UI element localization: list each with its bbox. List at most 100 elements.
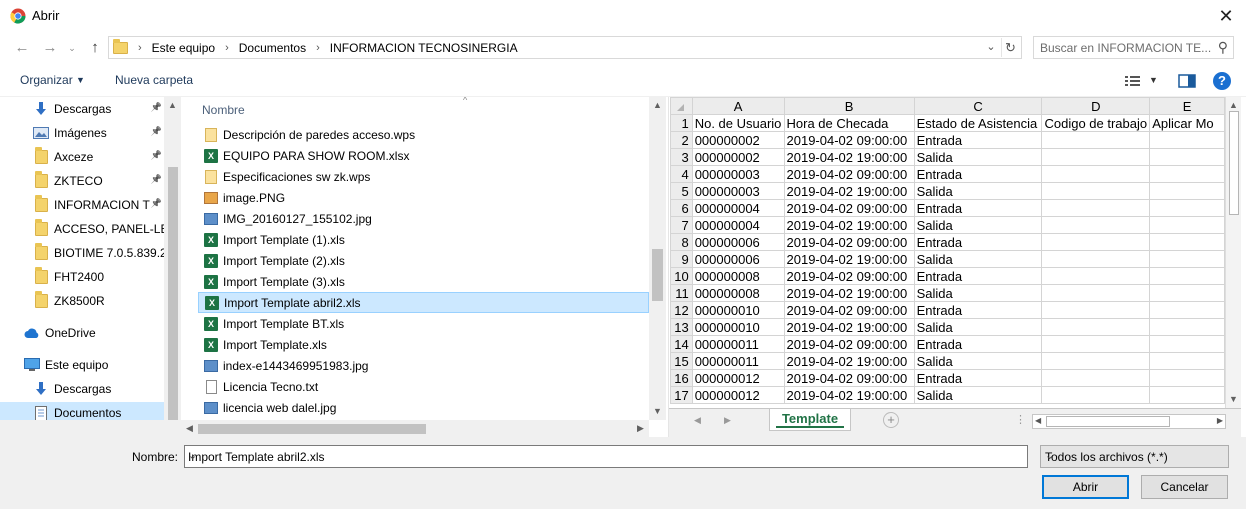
preview-pane-icon[interactable] bbox=[1178, 70, 1196, 92]
scrollbar-thumb[interactable] bbox=[168, 167, 178, 427]
sidebar-item[interactable]: OneDrive bbox=[0, 322, 164, 344]
scroll-up-icon[interactable]: ▲ bbox=[649, 97, 666, 114]
recent-locations-chevron-icon[interactable]: ⌄ bbox=[61, 38, 83, 58]
file-row[interactable]: image.PNG bbox=[198, 187, 649, 208]
refresh-icon[interactable]: ↻ bbox=[1001, 38, 1019, 57]
breadcrumb-documentos[interactable]: Documentos bbox=[239, 41, 306, 55]
documents-icon bbox=[33, 405, 49, 421]
close-icon[interactable]: ✕ bbox=[1214, 4, 1238, 28]
chevron-down-icon[interactable]: ⌄ bbox=[188, 449, 1024, 462]
nav-scrollbar[interactable]: ▲ ▼ bbox=[164, 97, 181, 437]
chevron-down-icon[interactable]: ⌄ bbox=[1045, 449, 1223, 462]
file-row[interactable]: X Import Template (2).xls bbox=[198, 250, 649, 271]
file-list-scrollbar[interactable]: ▲ ▼ bbox=[649, 97, 666, 420]
breadcrumb-separator-icon: › bbox=[225, 42, 229, 54]
view-options-icon[interactable] bbox=[1124, 70, 1142, 92]
tab-next-icon[interactable]: ▶ bbox=[724, 415, 731, 426]
cancel-button[interactable]: Cancelar bbox=[1141, 475, 1228, 499]
file-type-select[interactable]: Todos los archivos (*.*) ⌄ bbox=[1040, 445, 1229, 468]
scroll-up-icon[interactable]: ▲ bbox=[164, 97, 181, 114]
search-box[interactable]: Buscar en INFORMACION TE... ⚲ bbox=[1033, 36, 1234, 59]
sheet-cell: Salida bbox=[913, 386, 1043, 404]
help-icon[interactable]: ? bbox=[1213, 72, 1231, 90]
sidebar-item[interactable]: BIOTIME 7.0.5.839.2 A bbox=[0, 242, 164, 264]
column-header-name[interactable]: Nombre bbox=[202, 103, 245, 117]
tab-prev-icon[interactable]: ◀ bbox=[694, 415, 701, 426]
chevron-down-icon[interactable]: ▼ bbox=[76, 75, 85, 85]
scroll-down-icon[interactable]: ▼ bbox=[1226, 391, 1241, 408]
scroll-right-icon[interactable]: ▶ bbox=[632, 420, 649, 437]
scrollbar-thumb[interactable] bbox=[1229, 111, 1239, 215]
sheet-tab-template[interactable]: Template bbox=[769, 409, 851, 431]
sheet-cell: Salida bbox=[913, 148, 1043, 166]
address-bar[interactable]: › Este equipo › Documentos › INFORMACION… bbox=[108, 36, 1022, 59]
breadcrumb-current-folder[interactable]: INFORMACION TECNOSINERGIA bbox=[330, 41, 518, 55]
cloud-icon bbox=[24, 325, 40, 341]
sheet-cell: 000000004 bbox=[691, 216, 785, 234]
sheet-row: 3 000000002 2019-04-02 19:00:00 Salida bbox=[670, 148, 1225, 166]
file-row[interactable]: X Import Template.xls bbox=[198, 334, 649, 355]
chrome-icon bbox=[10, 8, 26, 24]
sidebar-item[interactable]: ZKTECO 📌 bbox=[0, 170, 164, 192]
row-number: 7 bbox=[670, 216, 693, 234]
sidebar-item[interactable]: Axceze 📌 bbox=[0, 146, 164, 168]
scroll-down-icon[interactable]: ▼ bbox=[649, 403, 666, 420]
file-row[interactable]: X Import Template (3).xls bbox=[198, 271, 649, 292]
organize-menu-label[interactable]: Organizar bbox=[20, 73, 73, 87]
back-arrow-icon[interactable]: ← bbox=[11, 38, 33, 58]
scroll-right-icon[interactable]: ▶ bbox=[1217, 416, 1223, 425]
file-row[interactable]: X Import Template abril2.xls bbox=[198, 292, 649, 313]
sheet-cell bbox=[1041, 352, 1151, 370]
tab-splitter-icon[interactable]: ⋮ bbox=[1015, 413, 1026, 426]
open-button[interactable]: Abrir bbox=[1042, 475, 1129, 499]
file-row[interactable]: X Import Template BT.xls bbox=[198, 313, 649, 334]
scrollbar-thumb[interactable] bbox=[198, 424, 426, 434]
sidebar-item[interactable]: Descargas bbox=[0, 378, 164, 400]
sheet-cell bbox=[1041, 284, 1151, 302]
sidebar-item[interactable]: ZK8500R bbox=[0, 290, 164, 312]
sidebar-item-label: BIOTIME 7.0.5.839.2 A bbox=[54, 246, 164, 260]
sheet-cell bbox=[1149, 131, 1225, 149]
file-row[interactable]: X EQUIPO PARA SHOW ROOM.xlsx bbox=[198, 145, 649, 166]
scrollbar-thumb[interactable] bbox=[1046, 416, 1170, 427]
scroll-left-icon[interactable]: ◀ bbox=[1035, 416, 1041, 425]
sidebar-item[interactable]: INFORMACION T 📌 bbox=[0, 194, 164, 216]
file-row[interactable]: X Import Template (1).xls bbox=[198, 229, 649, 250]
new-folder-button[interactable]: Nueva carpeta bbox=[115, 73, 193, 87]
sheet-cell: 000000002 bbox=[691, 131, 785, 149]
sheet-cell: 000000003 bbox=[691, 182, 785, 200]
chevron-down-icon[interactable]: ⌄ bbox=[983, 39, 999, 56]
up-arrow-icon[interactable]: ↑ bbox=[84, 38, 106, 58]
search-placeholder[interactable]: Buscar en INFORMACION TE... bbox=[1040, 41, 1212, 55]
preview-horizontal-scrollbar[interactable]: ◀ ▶ bbox=[1032, 414, 1226, 429]
file-row[interactable]: index-e1443469951983.jpg bbox=[198, 355, 649, 376]
file-row[interactable]: licencia web dalel.jpg bbox=[198, 397, 649, 418]
select-all-corner bbox=[670, 97, 693, 115]
sidebar-item[interactable]: FHT2400 bbox=[0, 266, 164, 288]
scrollbar-thumb[interactable] bbox=[652, 249, 663, 301]
file-list-horizontal-scrollbar[interactable]: ◀ ▶ bbox=[181, 420, 649, 437]
file-row[interactable]: Especificaciones sw zk.wps bbox=[198, 166, 649, 187]
sheet-cell: Salida bbox=[913, 284, 1043, 302]
chevron-down-icon[interactable]: ▼ bbox=[1149, 75, 1158, 85]
sidebar-item[interactable]: Este equipo bbox=[0, 354, 164, 376]
search-icon[interactable]: ⚲ bbox=[1218, 39, 1228, 56]
sheet-row: 8 000000006 2019-04-02 09:00:00 Entrada bbox=[670, 233, 1225, 251]
nav-horizontal-scrollbar[interactable] bbox=[0, 420, 181, 437]
preview-vertical-scrollbar[interactable]: ▲ ▼ bbox=[1225, 97, 1241, 408]
file-name-field[interactable]: Import Template abril2.xls ⌄ bbox=[184, 445, 1028, 468]
file-row[interactable]: IMG_20160127_155102.jpg bbox=[198, 208, 649, 229]
sidebar-item[interactable]: Descargas 📌 bbox=[0, 98, 164, 120]
row-number: 6 bbox=[670, 199, 693, 217]
forward-arrow-icon[interactable]: → bbox=[39, 38, 61, 58]
sidebar-item-label: INFORMACION T bbox=[54, 198, 150, 212]
file-row[interactable]: Descripción de paredes acceso.wps bbox=[198, 124, 649, 145]
sidebar-item-label: Axceze bbox=[54, 150, 94, 164]
file-row[interactable]: Licencia Tecno.txt bbox=[198, 376, 649, 397]
sidebar-item[interactable]: Imágenes 📌 bbox=[0, 122, 164, 144]
scroll-left-icon[interactable]: ◀ bbox=[181, 420, 198, 437]
file-name: Descripción de paredes acceso.wps bbox=[223, 127, 416, 142]
sidebar-item[interactable]: ACCESO, PANEL-LEC bbox=[0, 218, 164, 240]
breadcrumb-este-equipo[interactable]: Este equipo bbox=[152, 41, 215, 55]
add-sheet-icon[interactable]: + bbox=[883, 412, 899, 428]
